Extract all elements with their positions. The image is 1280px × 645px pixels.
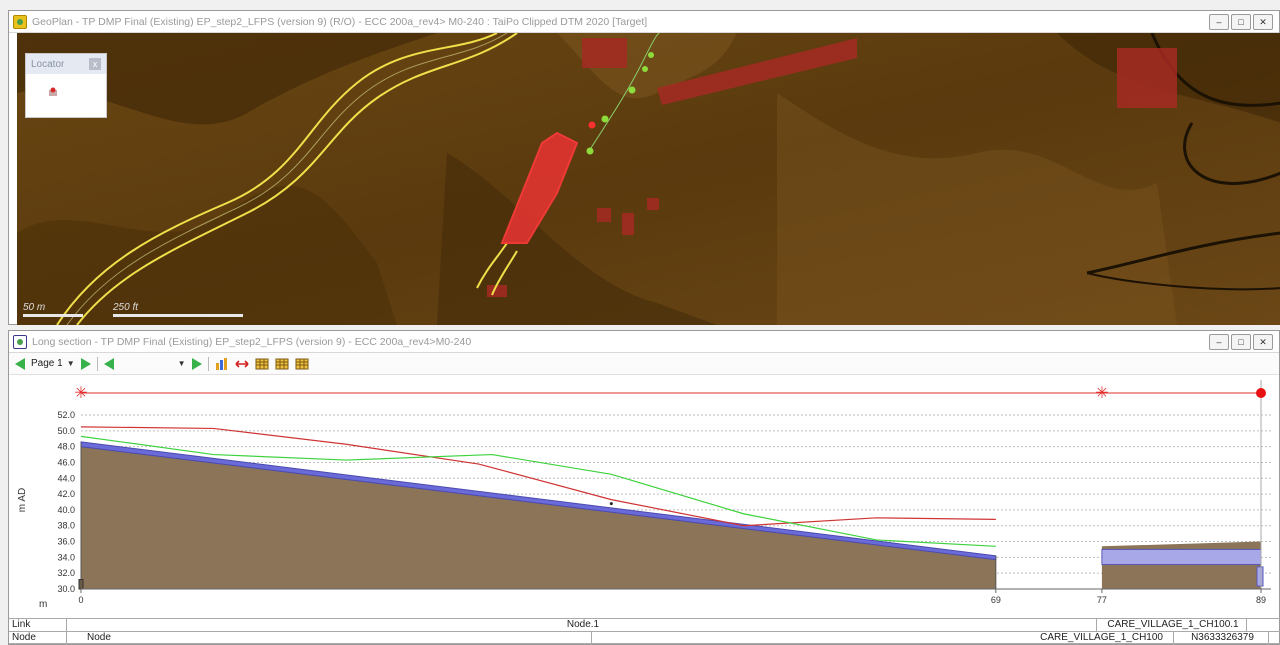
grid-icon[interactable]	[275, 358, 289, 370]
long-section-toolbar: Page 1 ▼ ▼	[9, 353, 1279, 375]
geoplan-titlebar[interactable]: GeoPlan - TP DMP Final (Existing) EP_ste…	[9, 11, 1279, 33]
node-cell[interactable]: Node	[67, 632, 592, 645]
y-tick-label: 42.0	[57, 489, 75, 499]
geoplan-title: GeoPlan - TP DMP Final (Existing) EP_ste…	[32, 15, 648, 28]
building-polygon[interactable]	[647, 198, 659, 210]
page-selector[interactable]: Page 1 ▼	[31, 356, 75, 372]
close-button[interactable]: ✕	[1253, 334, 1273, 350]
locator-titlebar[interactable]: Locator x	[26, 54, 106, 74]
x-tick-label: 89	[1256, 595, 1266, 605]
next-page-icon[interactable]	[80, 357, 91, 370]
route-node[interactable]	[586, 147, 594, 155]
y-tick-label: 52.0	[57, 410, 75, 420]
node-cell[interactable]: CARE_VILLAGE_1_CH100	[592, 632, 1174, 645]
long-section-window-controls: – □ ✕	[1209, 334, 1273, 350]
data-point	[609, 502, 613, 506]
y-tick-label: 36.0	[57, 537, 75, 547]
scale-bar-feet: 250 ft	[113, 302, 243, 317]
bar-chart-icon[interactable]	[215, 357, 229, 370]
grid-icon[interactable]	[255, 358, 269, 370]
node-marker: ✳	[74, 385, 87, 402]
table-row-link: Link Node.1 CARE_VILLAGE_1_CH100.1	[9, 618, 1280, 632]
building-polygon[interactable]	[487, 285, 507, 297]
selected-node[interactable]	[588, 121, 596, 129]
geoplan-window-controls: – □ ✕	[1209, 14, 1273, 30]
building-polygon[interactable]	[1117, 48, 1177, 108]
long-section-titlebar[interactable]: Long section - TP DMP Final (Existing) E…	[9, 331, 1279, 353]
x-tick-label: 77	[1097, 595, 1107, 605]
route-node[interactable]	[601, 115, 609, 123]
toolbar-separator	[207, 356, 209, 371]
chevron-down-icon: ▼	[177, 359, 186, 368]
chevron-down-icon: ▼	[66, 359, 75, 368]
scale-bar-metres: 50 m	[23, 302, 83, 317]
geoplan-app-icon	[13, 14, 27, 29]
long-section-chart[interactable]: ✳ ✳ 52.0 50.0 48.0 46.0 44.0 42.0 40.0 38.0 36.0 3…	[9, 375, 1280, 615]
table-row-node: Node Node CARE_VILLAGE_1_CH100 N36333263…	[9, 631, 1280, 645]
previous-link-icon[interactable]	[103, 357, 114, 370]
y-tick-label: 38.0	[57, 521, 75, 531]
y-tick-label: 50.0	[57, 426, 75, 436]
ground-fill-reach-2	[1101, 541, 1261, 589]
pipe-band-reach-2	[1101, 548, 1262, 565]
long-section-window: Long section - TP DMP Final (Existing) E…	[8, 330, 1280, 645]
scale-bar-line	[113, 314, 243, 317]
x-tick-label: 0	[78, 595, 83, 605]
previous-page-icon[interactable]	[15, 357, 25, 370]
toolbar-separator	[96, 356, 98, 371]
y-tick-label: 34.0	[57, 552, 75, 562]
minimize-button[interactable]: –	[1209, 14, 1229, 30]
minimize-button[interactable]: –	[1209, 334, 1229, 350]
locator-pin-icon	[49, 87, 57, 96]
route-node[interactable]	[648, 52, 654, 58]
locator-panel: Locator x	[25, 53, 107, 118]
x-axis-unit: m	[39, 599, 47, 610]
node-cell[interactable]: N3633326379	[1174, 632, 1269, 645]
scale-label-feet: 250 ft	[113, 302, 139, 313]
locator-body[interactable]	[26, 74, 106, 118]
fit-width-icon[interactable]	[234, 358, 249, 370]
scale-bar-line	[23, 314, 83, 317]
y-axis-label: m AD	[17, 488, 28, 512]
restore-button[interactable]: □	[1231, 334, 1251, 350]
next-link-icon[interactable]	[191, 357, 202, 370]
geoplan-map-canvas[interactable]: Locator x 50 m 250 ft	[17, 33, 1280, 325]
y-tick-label: 32.0	[57, 568, 75, 578]
manhole-marker	[1256, 566, 1264, 587]
node-marker-selected	[1256, 388, 1266, 398]
node-marker: ✳	[1095, 385, 1108, 402]
ground-fill-reach-1	[81, 446, 996, 589]
application-workspace: GeoPlan - TP DMP Final (Existing) EP_ste…	[0, 0, 1280, 645]
building-polygon[interactable]	[582, 38, 627, 68]
scale-label-metres: 50 m	[23, 302, 46, 313]
y-tick-label: 46.0	[57, 457, 75, 467]
restore-button[interactable]: □	[1231, 14, 1251, 30]
x-tick-label: 69	[991, 595, 1001, 605]
building-polygon[interactable]	[597, 208, 611, 222]
y-tick-label: 40.0	[57, 505, 75, 515]
row-header-node: Node	[9, 632, 67, 645]
grid-icon[interactable]	[295, 358, 309, 370]
building-polygon[interactable]	[622, 213, 634, 235]
link-selector-value	[120, 356, 174, 372]
y-tick-label: 48.0	[57, 442, 75, 452]
y-tick-label: 44.0	[57, 473, 75, 483]
link-selector[interactable]: ▼	[120, 356, 186, 372]
close-button[interactable]: ✕	[1253, 14, 1273, 30]
y-tick-label: 30.0	[57, 584, 75, 594]
terrain-map[interactable]	[17, 33, 1280, 325]
long-section-data-table: Link Node.1 CARE_VILLAGE_1_CH100.1 Node …	[9, 618, 1280, 645]
route-node[interactable]	[642, 66, 648, 72]
locator-close-button[interactable]: x	[89, 58, 101, 70]
geoplan-window: GeoPlan - TP DMP Final (Existing) EP_ste…	[8, 10, 1280, 325]
long-section-app-icon	[13, 334, 27, 349]
manhole-marker	[78, 579, 84, 590]
locator-title: Locator	[31, 58, 65, 70]
route-node[interactable]	[628, 86, 636, 94]
page-selector-value: Page 1	[31, 358, 63, 369]
long-section-title: Long section - TP DMP Final (Existing) E…	[32, 335, 472, 348]
